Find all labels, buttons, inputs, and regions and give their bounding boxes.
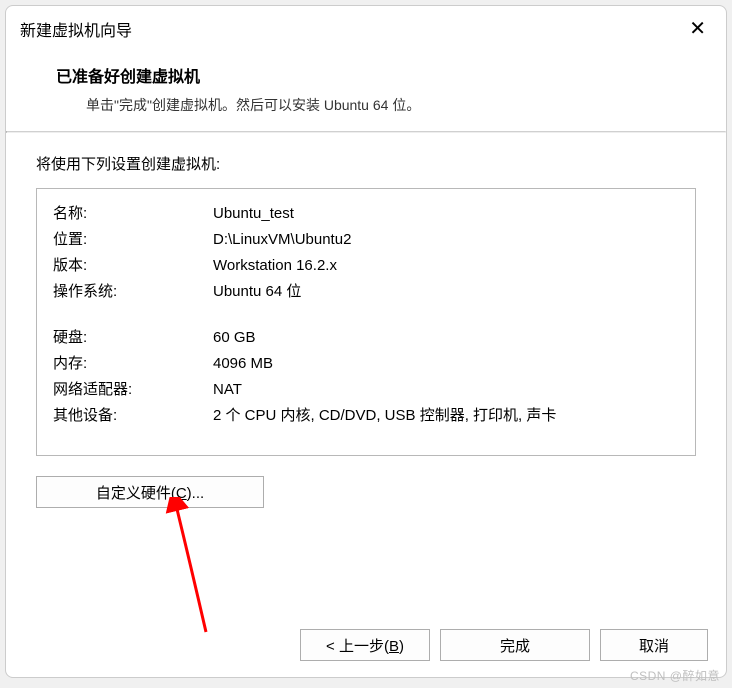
setting-value: NAT xyxy=(213,377,679,403)
setting-row-disk: 硬盘: 60 GB xyxy=(53,325,679,351)
setting-label: 硬盘: xyxy=(53,325,213,351)
setting-label: 名称: xyxy=(53,201,213,227)
header-heading: 已准备好创建虚拟机 xyxy=(56,63,696,87)
setting-value: D:\LinuxVM\Ubuntu2 xyxy=(213,227,679,253)
btn-hotkey: C xyxy=(176,485,187,502)
setting-value: Workstation 16.2.x xyxy=(213,253,679,279)
body-intro: 将使用下列设置创建虚拟机: xyxy=(36,153,696,174)
setting-row-memory: 内存: 4096 MB xyxy=(53,351,679,377)
customize-hardware-button[interactable]: 自定义硬件(C)... xyxy=(36,476,264,508)
setting-label: 操作系统: xyxy=(53,279,213,305)
settings-summary-box: 名称: Ubuntu_test 位置: D:\LinuxVM\Ubuntu2 版… xyxy=(36,188,696,456)
setting-label: 网络适配器: xyxy=(53,377,213,403)
setting-value: 60 GB xyxy=(213,325,679,351)
finish-button[interactable]: 完成 xyxy=(440,629,590,661)
btn-text-suffix: ) xyxy=(399,638,404,655)
btn-text-suffix: )... xyxy=(187,485,205,502)
cancel-button[interactable]: 取消 xyxy=(600,629,708,661)
btn-hotkey: B xyxy=(389,638,399,655)
footer-buttons: < 上一步(B) 完成 取消 xyxy=(6,615,726,677)
back-button[interactable]: < 上一步(B) xyxy=(300,629,430,661)
setting-row-os: 操作系统: Ubuntu 64 位 xyxy=(53,279,679,305)
setting-value: Ubuntu 64 位 xyxy=(213,279,679,305)
setting-row-location: 位置: D:\LinuxVM\Ubuntu2 xyxy=(53,227,679,253)
wizard-dialog: 新建虚拟机向导 ✕ 已准备好创建虚拟机 单击"完成"创建虚拟机。然后可以安装 U… xyxy=(5,5,727,678)
setting-label: 内存: xyxy=(53,351,213,377)
dialog-title: 新建虚拟机向导 xyxy=(20,17,132,41)
watermark-text: CSDN @醉如意 xyxy=(630,667,720,684)
setting-row-version: 版本: Workstation 16.2.x xyxy=(53,253,679,279)
setting-label: 版本: xyxy=(53,253,213,279)
setting-row-network: 网络适配器: NAT xyxy=(53,377,679,403)
btn-text-prefix: 自定义硬件( xyxy=(96,485,176,502)
setting-row-other: 其他设备: 2 个 CPU 内核, CD/DVD, USB 控制器, 打印机, … xyxy=(53,403,679,429)
btn-text-prefix: < 上一步( xyxy=(326,638,389,655)
header-section: 已准备好创建虚拟机 单击"完成"创建虚拟机。然后可以安装 Ubuntu 64 位… xyxy=(6,51,726,131)
body-section: 将使用下列设置创建虚拟机: 名称: Ubuntu_test 位置: D:\Lin… xyxy=(6,133,726,615)
setting-value: 2 个 CPU 内核, CD/DVD, USB 控制器, 打印机, 声卡 xyxy=(213,403,679,429)
setting-value: Ubuntu_test xyxy=(213,201,679,227)
header-subtext: 单击"完成"创建虚拟机。然后可以安装 Ubuntu 64 位。 xyxy=(56,95,696,115)
setting-label: 位置: xyxy=(53,227,213,253)
setting-value: 4096 MB xyxy=(213,351,679,377)
setting-label: 其他设备: xyxy=(53,403,213,429)
close-icon[interactable]: ✕ xyxy=(683,14,712,43)
setting-row-name: 名称: Ubuntu_test xyxy=(53,201,679,227)
titlebar: 新建虚拟机向导 ✕ xyxy=(6,6,726,51)
